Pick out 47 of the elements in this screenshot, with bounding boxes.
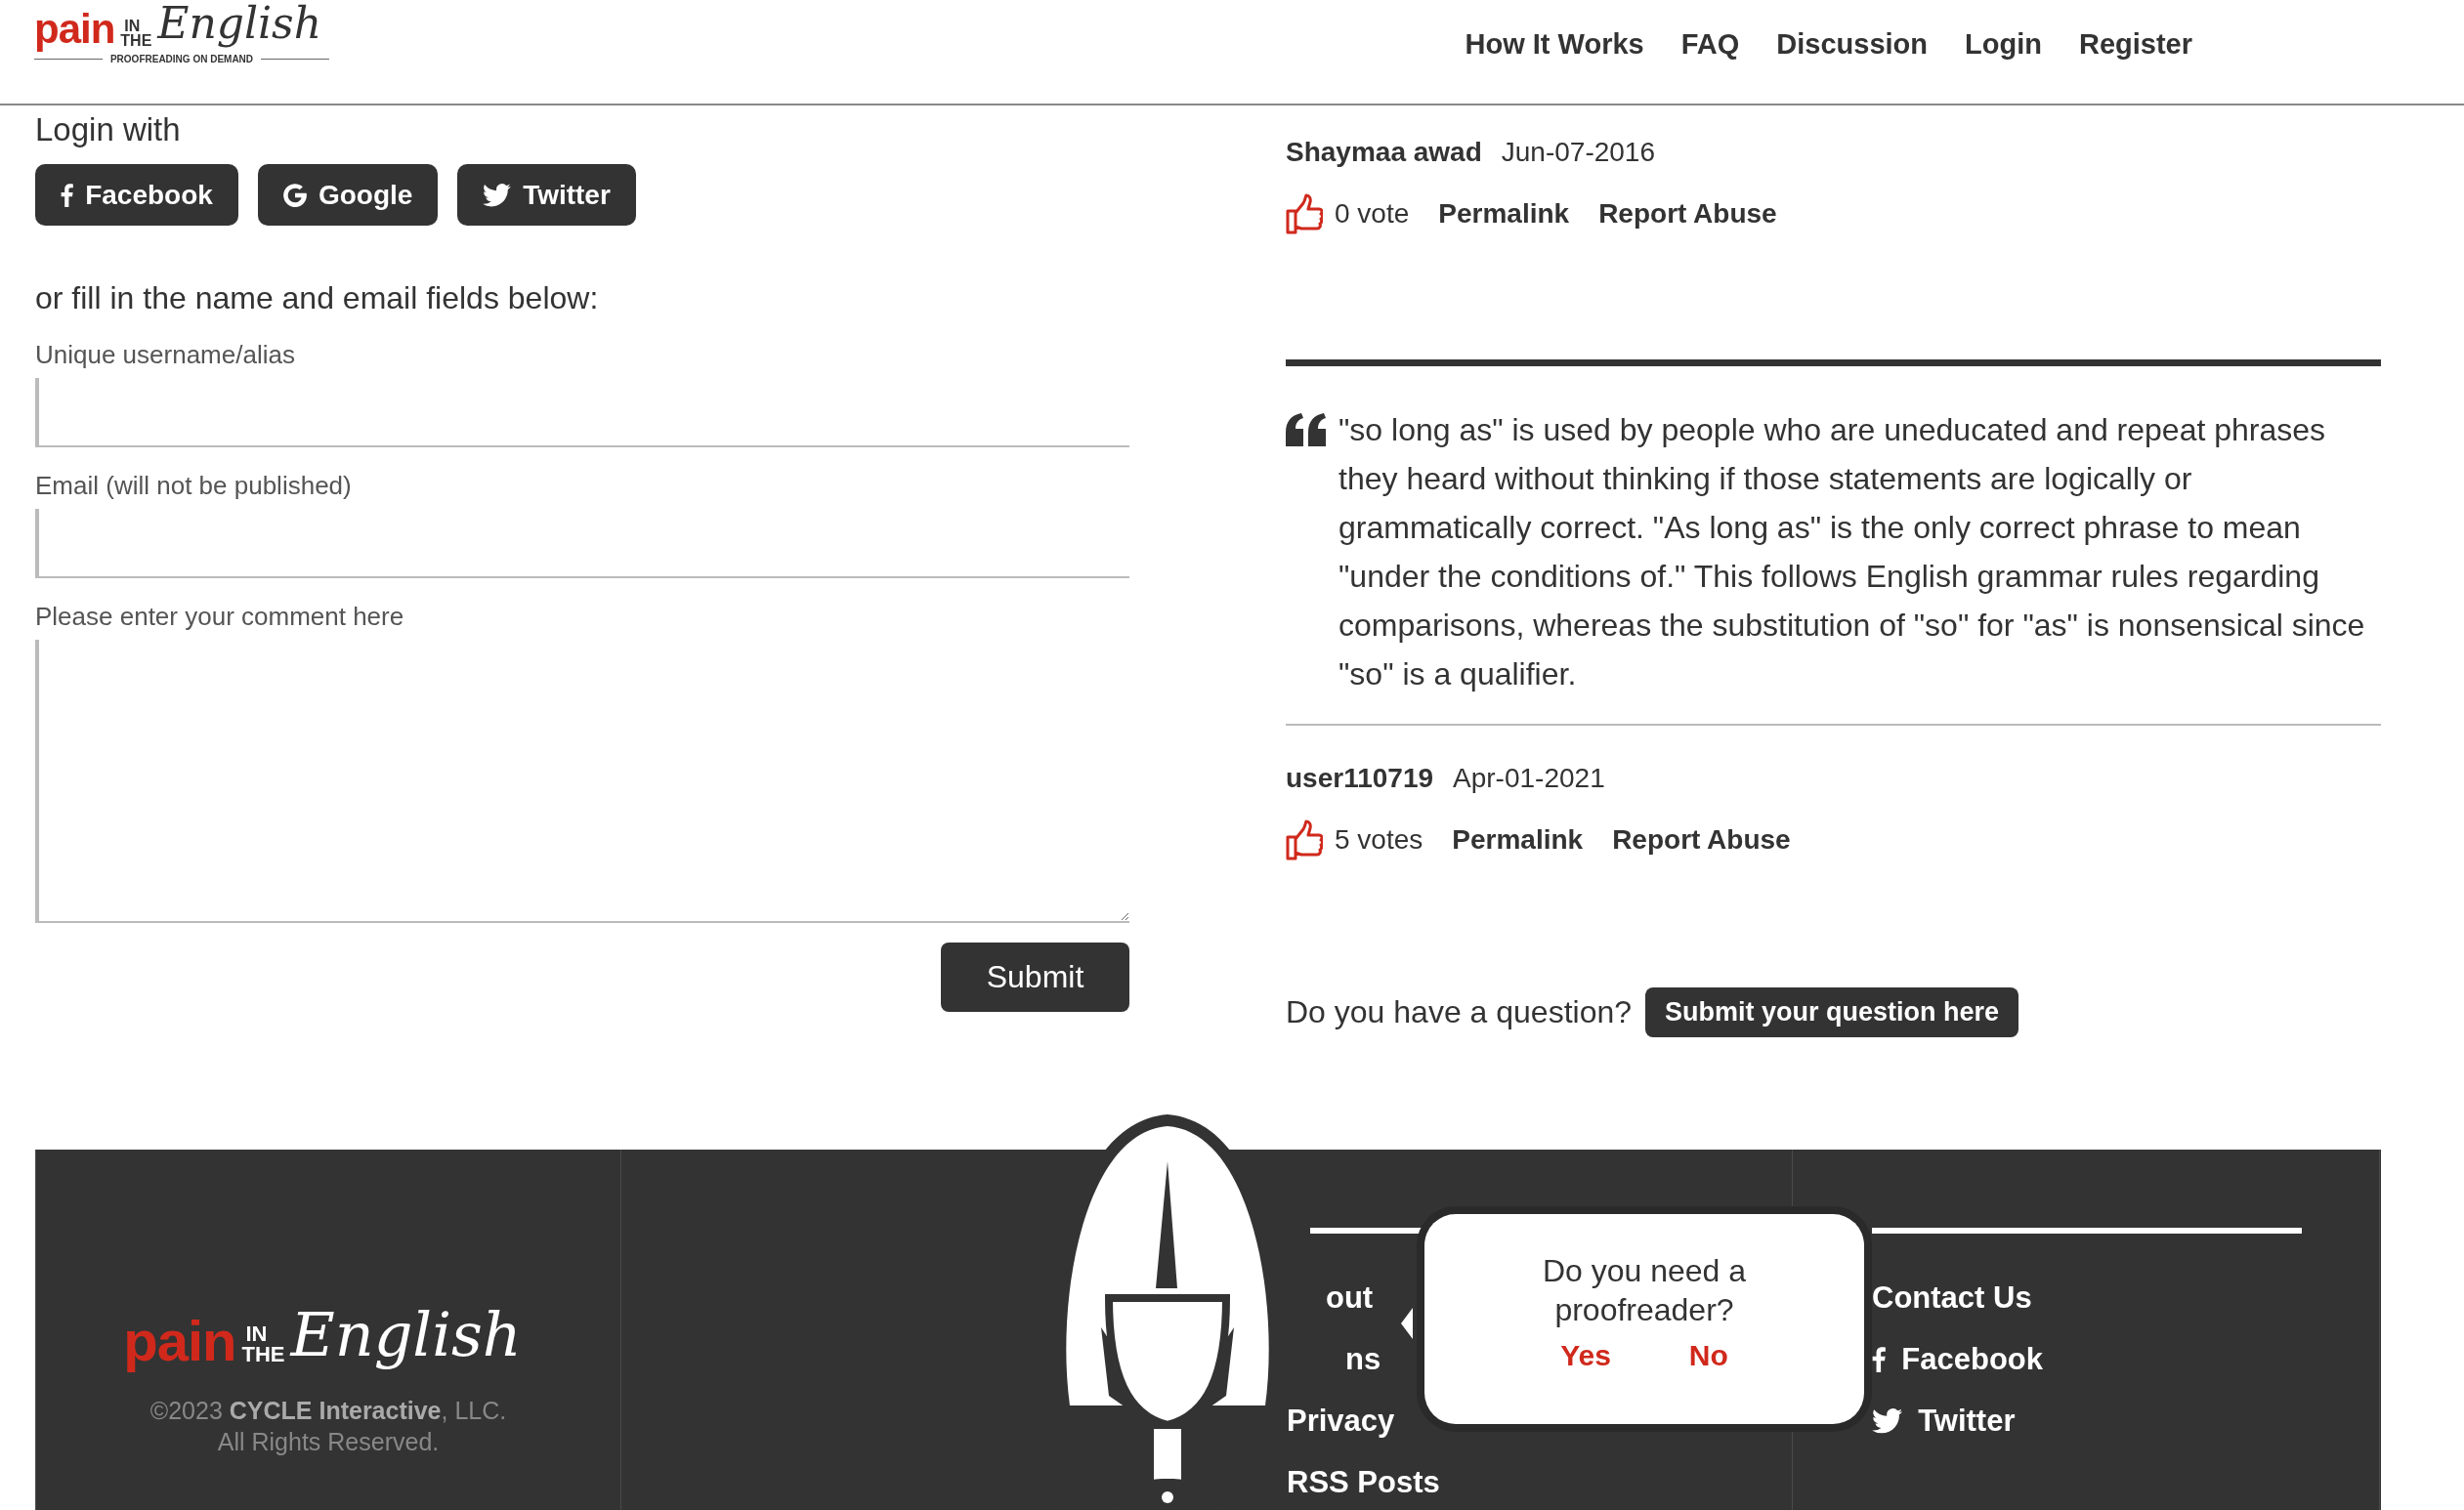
submit-question-button[interactable]: Submit your question here xyxy=(1645,987,2019,1037)
nav-link[interactable]: Discussion xyxy=(1776,28,1929,61)
vote-count: 0 vote xyxy=(1335,198,1410,230)
nav-link[interactable]: How It Works xyxy=(1465,28,1644,61)
footer-link[interactable]: Facebook xyxy=(1872,1342,2043,1377)
author-name[interactable]: Shaymaa awad xyxy=(1286,137,1482,168)
footer-link[interactable]: RSS Posts xyxy=(1287,1465,1440,1510)
twitter-icon xyxy=(483,183,512,207)
footer-link[interactable]: ns xyxy=(1345,1342,1381,1404)
answer-action-link[interactable]: Report Abuse xyxy=(1612,824,1791,856)
facebook-icon xyxy=(61,183,74,207)
copyright-text: All Rights Reserved. xyxy=(217,1426,440,1457)
submit-button[interactable]: Submit xyxy=(941,943,1129,1012)
thumbs-up-icon[interactable] xyxy=(1286,819,1323,860)
answer-date: Apr-01-2021 xyxy=(1453,763,1605,794)
footer-link[interactable]: Contact Us xyxy=(1872,1280,2032,1316)
popup-answer-link[interactable]: Yes xyxy=(1560,1339,1611,1372)
field-label: Unique username/alias xyxy=(35,340,296,370)
answer-text: "so long as" is used by people who are uneducated and repeat phrases they heard without thinking if those statements are logically or grammatically correct. "As long as" is the only correct phrase to mean "under the conditions of." This follows English grammar rules regarding comparisons, whereas the substitution of "so" for "as" is nonsensical since "so" is a qualifier. xyxy=(1338,411,2366,693)
field-label: Email (will not be published) xyxy=(35,471,353,501)
nav-link[interactable]: Login xyxy=(1965,28,2042,61)
nav-link[interactable]: FAQ xyxy=(1680,28,1740,61)
author-name[interactable]: user110719 xyxy=(1286,763,1434,794)
social-login-button[interactable]: Twitter xyxy=(457,164,636,226)
footer-link[interactable]: out xyxy=(1326,1280,1374,1342)
twitter-icon xyxy=(1872,1408,1903,1434)
popup-question: Do you need a proofreader? xyxy=(1541,1252,1748,1329)
google-icon xyxy=(282,183,307,207)
popup-answer-link[interactable]: No xyxy=(1688,1339,1728,1372)
answer-action-link[interactable]: Permalink xyxy=(1452,824,1584,856)
instructions-text: or fill in the name and email fields below: xyxy=(35,280,600,316)
nav-link[interactable]: Register xyxy=(2078,28,2192,61)
thumbs-up-icon[interactable] xyxy=(1286,193,1323,234)
social-login-button[interactable]: Google xyxy=(257,164,439,226)
facebook-icon xyxy=(1872,1347,1887,1372)
vote-count: 5 votes xyxy=(1335,824,1423,856)
footer-link[interactable]: Privacy xyxy=(1287,1404,1395,1465)
quote-icon xyxy=(1286,413,1327,446)
answer-action-link[interactable]: Permalink xyxy=(1438,198,1570,230)
footer-link[interactable]: Twitter xyxy=(1872,1404,2016,1439)
social-login-button[interactable]: Facebook xyxy=(35,164,238,226)
field-label: Please enter your comment here xyxy=(35,602,405,632)
question-prompt: Do you have a question? xyxy=(1286,994,1633,1030)
answer-action-link[interactable]: Report Abuse xyxy=(1598,198,1777,230)
answer-date: Jun-07-2016 xyxy=(1501,137,1655,168)
login-heading: Login with xyxy=(35,111,182,148)
copyright-text: ©2023 CYCLE Interactive, LLC. xyxy=(149,1395,507,1426)
